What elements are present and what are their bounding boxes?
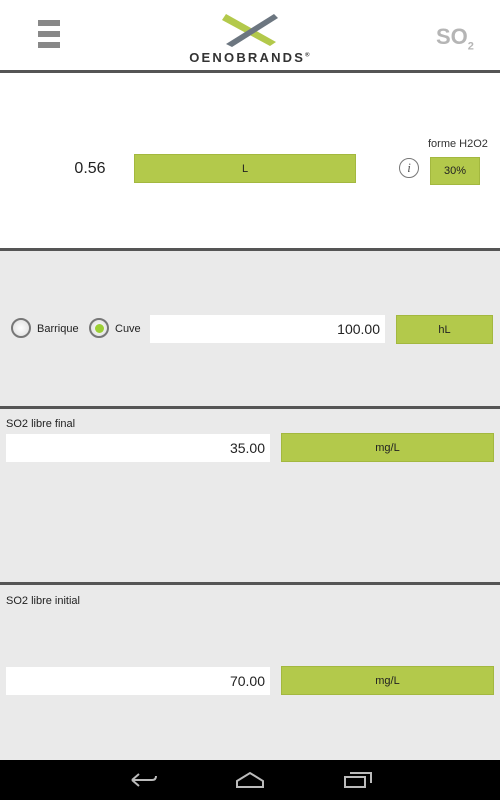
- result-value: 0.56: [74, 160, 106, 177]
- logo-mark-icon: [222, 14, 278, 47]
- so2-initial-unit-button[interactable]: mg/L: [281, 666, 494, 695]
- page-title-main: SO: [436, 24, 468, 49]
- system-nav-bar: [0, 760, 500, 800]
- so2-final-unit-button[interactable]: mg/L: [281, 433, 494, 462]
- home-icon[interactable]: [235, 771, 265, 789]
- recent-apps-icon[interactable]: [343, 771, 373, 789]
- radio-selected-dot: [94, 323, 104, 333]
- brand-name: OENOBRANDS: [189, 50, 306, 65]
- h2o2-percent-button[interactable]: 30%: [430, 157, 480, 185]
- volume-unit-button[interactable]: hL: [396, 315, 493, 344]
- oenobrands-logo: OENOBRANDS®: [178, 12, 323, 65]
- radio-cuve-label[interactable]: Cuve: [115, 323, 141, 335]
- so2-initial-label: SO2 libre initial: [6, 595, 80, 607]
- h2o2-form-label: forme H2O2: [428, 138, 488, 150]
- hamburger-icon[interactable]: [38, 20, 60, 52]
- back-icon[interactable]: [130, 772, 158, 788]
- so2-final-divider: [0, 582, 500, 585]
- info-icon[interactable]: i: [399, 158, 419, 178]
- so2-final-label: SO2 libre final: [6, 418, 76, 430]
- volume-divider: [0, 406, 500, 409]
- registered-mark: ®: [305, 52, 312, 59]
- so2-final-input[interactable]: 35.00: [6, 434, 270, 462]
- so2-initial-input[interactable]: 70.00: [6, 667, 270, 695]
- result-unit-button[interactable]: L: [134, 154, 356, 183]
- radio-barrique[interactable]: [11, 318, 31, 338]
- volume-input[interactable]: 100.00: [150, 315, 385, 343]
- page-title-sub: 2: [467, 40, 474, 53]
- radio-cuve[interactable]: [89, 318, 109, 338]
- page-title: SO2: [436, 24, 474, 52]
- radio-barrique-label[interactable]: Barrique: [37, 323, 79, 335]
